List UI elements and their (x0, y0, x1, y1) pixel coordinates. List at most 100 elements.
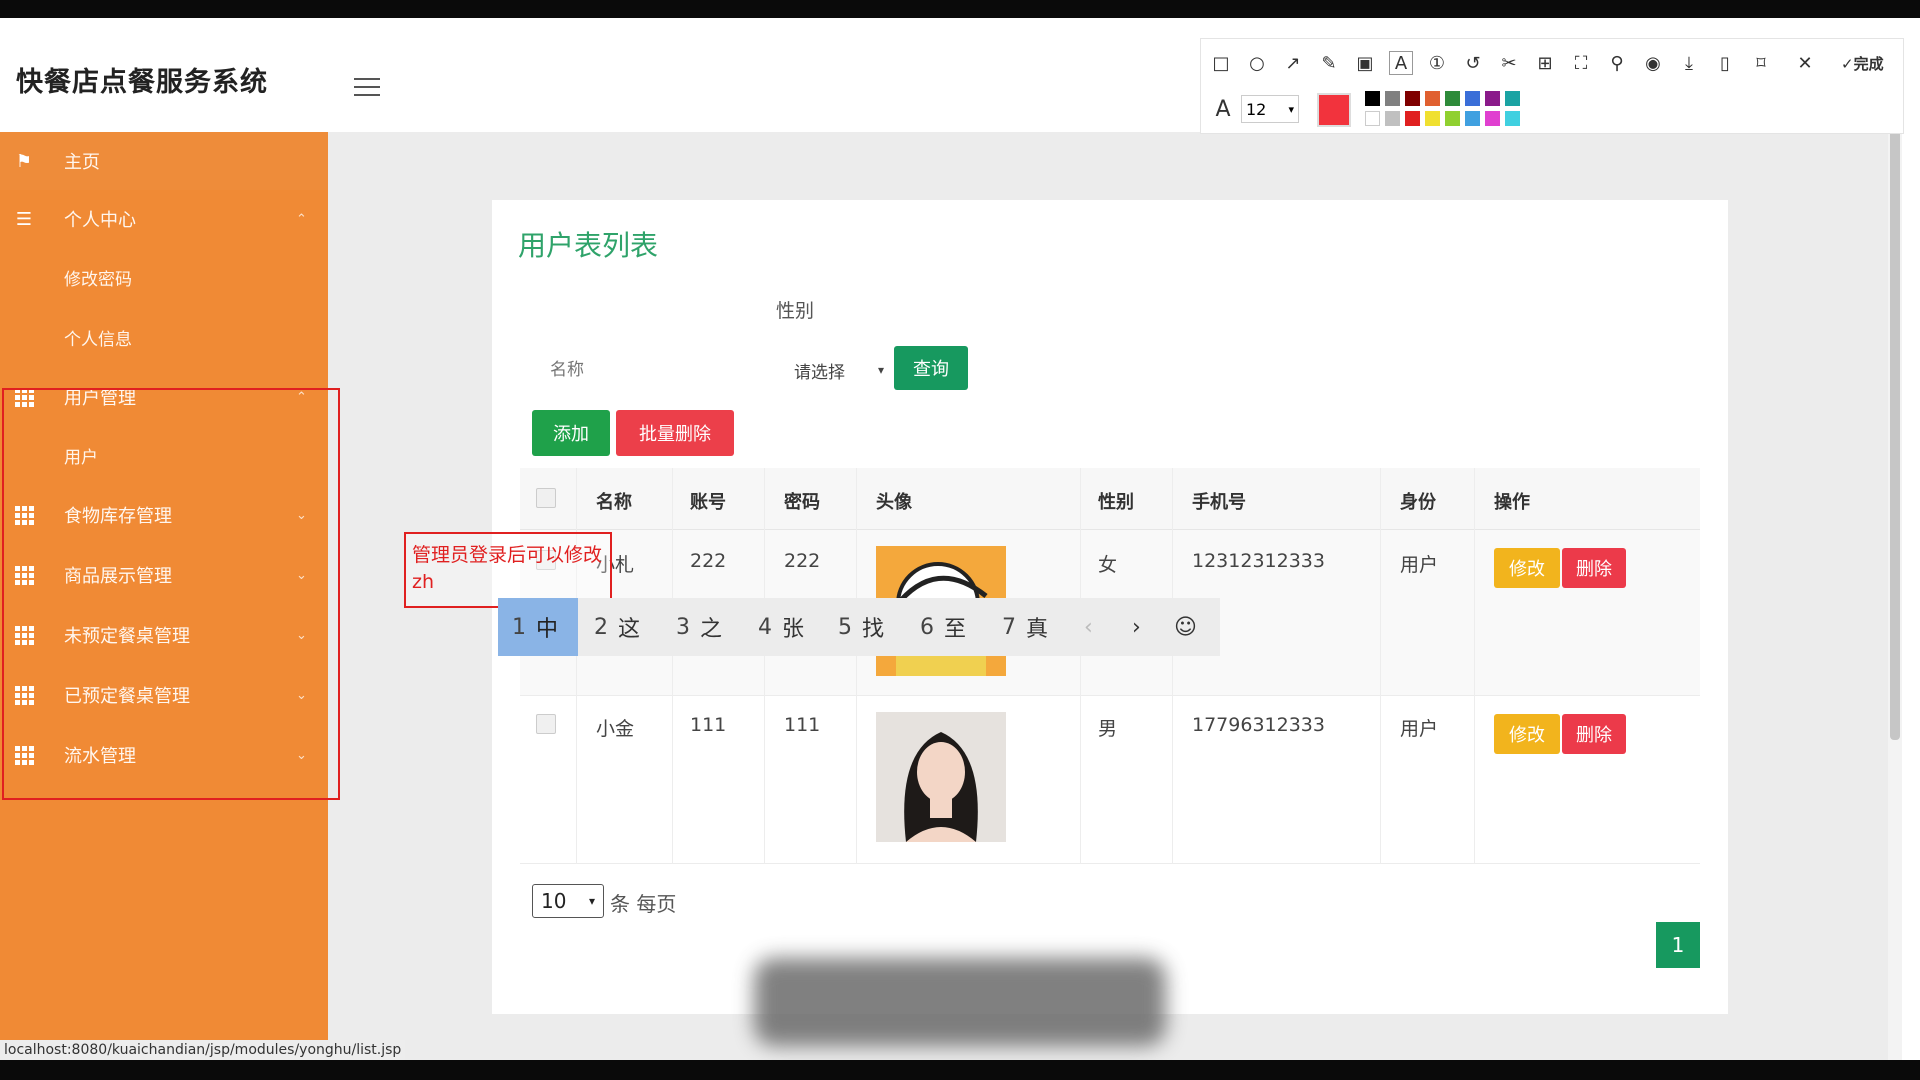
scrollbar-thumb[interactable] (1890, 80, 1900, 740)
column-divider (764, 468, 765, 864)
bookmark-icon[interactable]: ⌑ (1749, 51, 1773, 75)
color-swatch[interactable] (1465, 91, 1480, 106)
ime-candidate[interactable]: 3之 (676, 598, 722, 656)
edit-button[interactable]: 修改 (1494, 714, 1560, 754)
delete-button[interactable]: 删除 (1562, 714, 1626, 754)
current-color-swatch[interactable] (1317, 93, 1351, 127)
color-swatch[interactable] (1445, 91, 1460, 106)
column-divider (1080, 468, 1081, 864)
chevron-down-icon: ▾ (877, 363, 884, 377)
color-swatch[interactable] (1425, 111, 1440, 126)
sidebar-item-home[interactable]: ⚑ 主页 (0, 132, 328, 190)
sidebar-item-label: 个人中心 (64, 210, 136, 231)
vertical-scrollbar[interactable] (1888, 70, 1902, 1060)
column-header: 操作 (1494, 492, 1530, 513)
chevron-down-icon: ▾ (588, 894, 595, 908)
page-size-value: 10 (541, 889, 567, 913)
number-tool-icon[interactable]: ① (1425, 51, 1449, 75)
ime-candidate[interactable]: 2这 (594, 598, 640, 656)
mosaic-tool-icon[interactable]: ▣ (1353, 51, 1377, 75)
name-search-input[interactable] (534, 348, 766, 392)
screenshot-toolbar: □ ○ ↗ ✎ ▣ A ① ↺ ✂ ⊞ ⛶ ⚲ ◉ ⤓ ▯ ⌑ ✕ ✓完成 A … (1200, 38, 1904, 134)
color-swatch[interactable] (1385, 91, 1400, 106)
gender-select-value: 请选择 (794, 362, 845, 383)
user-table: 名称 账号 密码 头像 性别 手机号 身份 操作 小札 222 222 女 12… (520, 468, 1700, 864)
annotation-frame-sidebar (2, 388, 340, 800)
sidebar-subitem-change-password[interactable]: 修改密码 (0, 248, 328, 306)
cell-gender: 女 (1098, 554, 1118, 576)
ime-prev-icon[interactable]: ‹ (1084, 598, 1093, 656)
color-swatch[interactable] (1465, 111, 1480, 126)
font-size-select[interactable]: 12 ▾ (1241, 95, 1299, 123)
cell-role: 用户 (1400, 718, 1439, 740)
column-header: 身份 (1400, 492, 1436, 513)
phone-icon[interactable]: ▯ (1713, 51, 1737, 75)
column-header: 账号 (690, 492, 726, 513)
ellipse-tool-icon[interactable]: ○ (1245, 51, 1269, 75)
arrow-tool-icon[interactable]: ↗ (1281, 51, 1305, 75)
rectangle-tool-icon[interactable]: □ (1209, 51, 1233, 75)
translate-icon[interactable]: ⊞ (1533, 51, 1557, 75)
undo-icon[interactable]: ↺ (1461, 51, 1485, 75)
ime-candidate[interactable]: 6至 (920, 598, 966, 656)
add-button[interactable]: 添加 (532, 410, 610, 456)
column-divider (1172, 468, 1173, 864)
color-swatch[interactable] (1405, 111, 1420, 126)
blurred-overlay (754, 958, 1166, 1046)
color-swatch[interactable] (1485, 91, 1500, 106)
color-swatch[interactable] (1365, 91, 1380, 106)
record-icon[interactable]: ◉ (1641, 51, 1665, 75)
pen-tool-icon[interactable]: ✎ (1317, 51, 1341, 75)
color-swatch[interactable] (1445, 111, 1460, 126)
sidebar-item-label: 个人信息 (64, 329, 132, 350)
color-swatch[interactable] (1405, 91, 1420, 106)
ime-candidate[interactable]: 4张 (758, 598, 804, 656)
cut-icon[interactable]: ✂ (1497, 51, 1521, 75)
text-tool-icon[interactable]: A (1389, 51, 1413, 75)
sidebar-subitem-personal-info[interactable]: 个人信息 (0, 308, 328, 366)
column-header: 密码 (784, 492, 820, 513)
select-all-checkbox[interactable] (536, 488, 556, 508)
color-swatch[interactable] (1365, 111, 1380, 126)
color-swatch[interactable] (1425, 91, 1440, 106)
query-button[interactable]: 查询 (894, 346, 968, 390)
table-row[interactable]: 小金 111 111 男 17796312333 用户 修改 删除 (520, 696, 1700, 864)
list-icon: ☰ (15, 208, 33, 230)
status-bar-url: localhost:8080/kuaichandian/jsp/modules/… (0, 1040, 406, 1060)
chevron-up-icon: ⌃ (296, 211, 307, 227)
avatar-image-portrait (876, 712, 1006, 842)
ime-candidate[interactable]: 5找 (838, 598, 884, 656)
batch-delete-button[interactable]: 批量删除 (616, 410, 734, 456)
ime-candidate[interactable]: 1中 (498, 598, 578, 656)
column-header: 头像 (876, 492, 912, 513)
column-divider (672, 468, 673, 864)
sidebar-item-personal-center[interactable]: ☰ 个人中心 ⌃ (0, 190, 328, 248)
menu-toggle-icon[interactable] (354, 78, 380, 96)
fullscreen-icon[interactable]: ⛶ (1569, 51, 1593, 75)
app-title: 快餐店点餐服务系统 (16, 67, 268, 98)
page-number-button[interactable]: 1 (1656, 922, 1700, 968)
color-swatch[interactable] (1485, 111, 1500, 126)
color-swatch[interactable] (1385, 111, 1400, 126)
chevron-down-icon: ▾ (1288, 102, 1294, 116)
row-checkbox[interactable] (536, 714, 556, 734)
column-divider (576, 468, 577, 864)
edit-button[interactable]: 修改 (1494, 548, 1560, 588)
cell-role: 用户 (1400, 554, 1439, 576)
color-swatch[interactable] (1505, 111, 1520, 126)
page-size-select[interactable]: 10 ▾ (532, 884, 604, 918)
pin-icon[interactable]: ⚲ (1605, 51, 1629, 75)
gender-select[interactable]: 请选择 ▾ (786, 348, 886, 392)
emoji-icon[interactable]: ☺ (1174, 598, 1197, 656)
delete-button[interactable]: 删除 (1562, 548, 1626, 588)
ime-candidate[interactable]: 7真 (1002, 598, 1048, 656)
download-icon[interactable]: ⤓ (1677, 51, 1701, 75)
table-header: 名称 账号 密码 头像 性别 手机号 身份 操作 (520, 468, 1700, 530)
color-swatch[interactable] (1505, 91, 1520, 106)
font-icon: A (1215, 96, 1231, 122)
done-button[interactable]: ✓完成 (1841, 53, 1884, 74)
ime-next-icon[interactable]: › (1132, 598, 1141, 656)
cell-password: 111 (784, 714, 821, 736)
column-divider (856, 468, 857, 864)
close-icon[interactable]: ✕ (1793, 51, 1817, 75)
